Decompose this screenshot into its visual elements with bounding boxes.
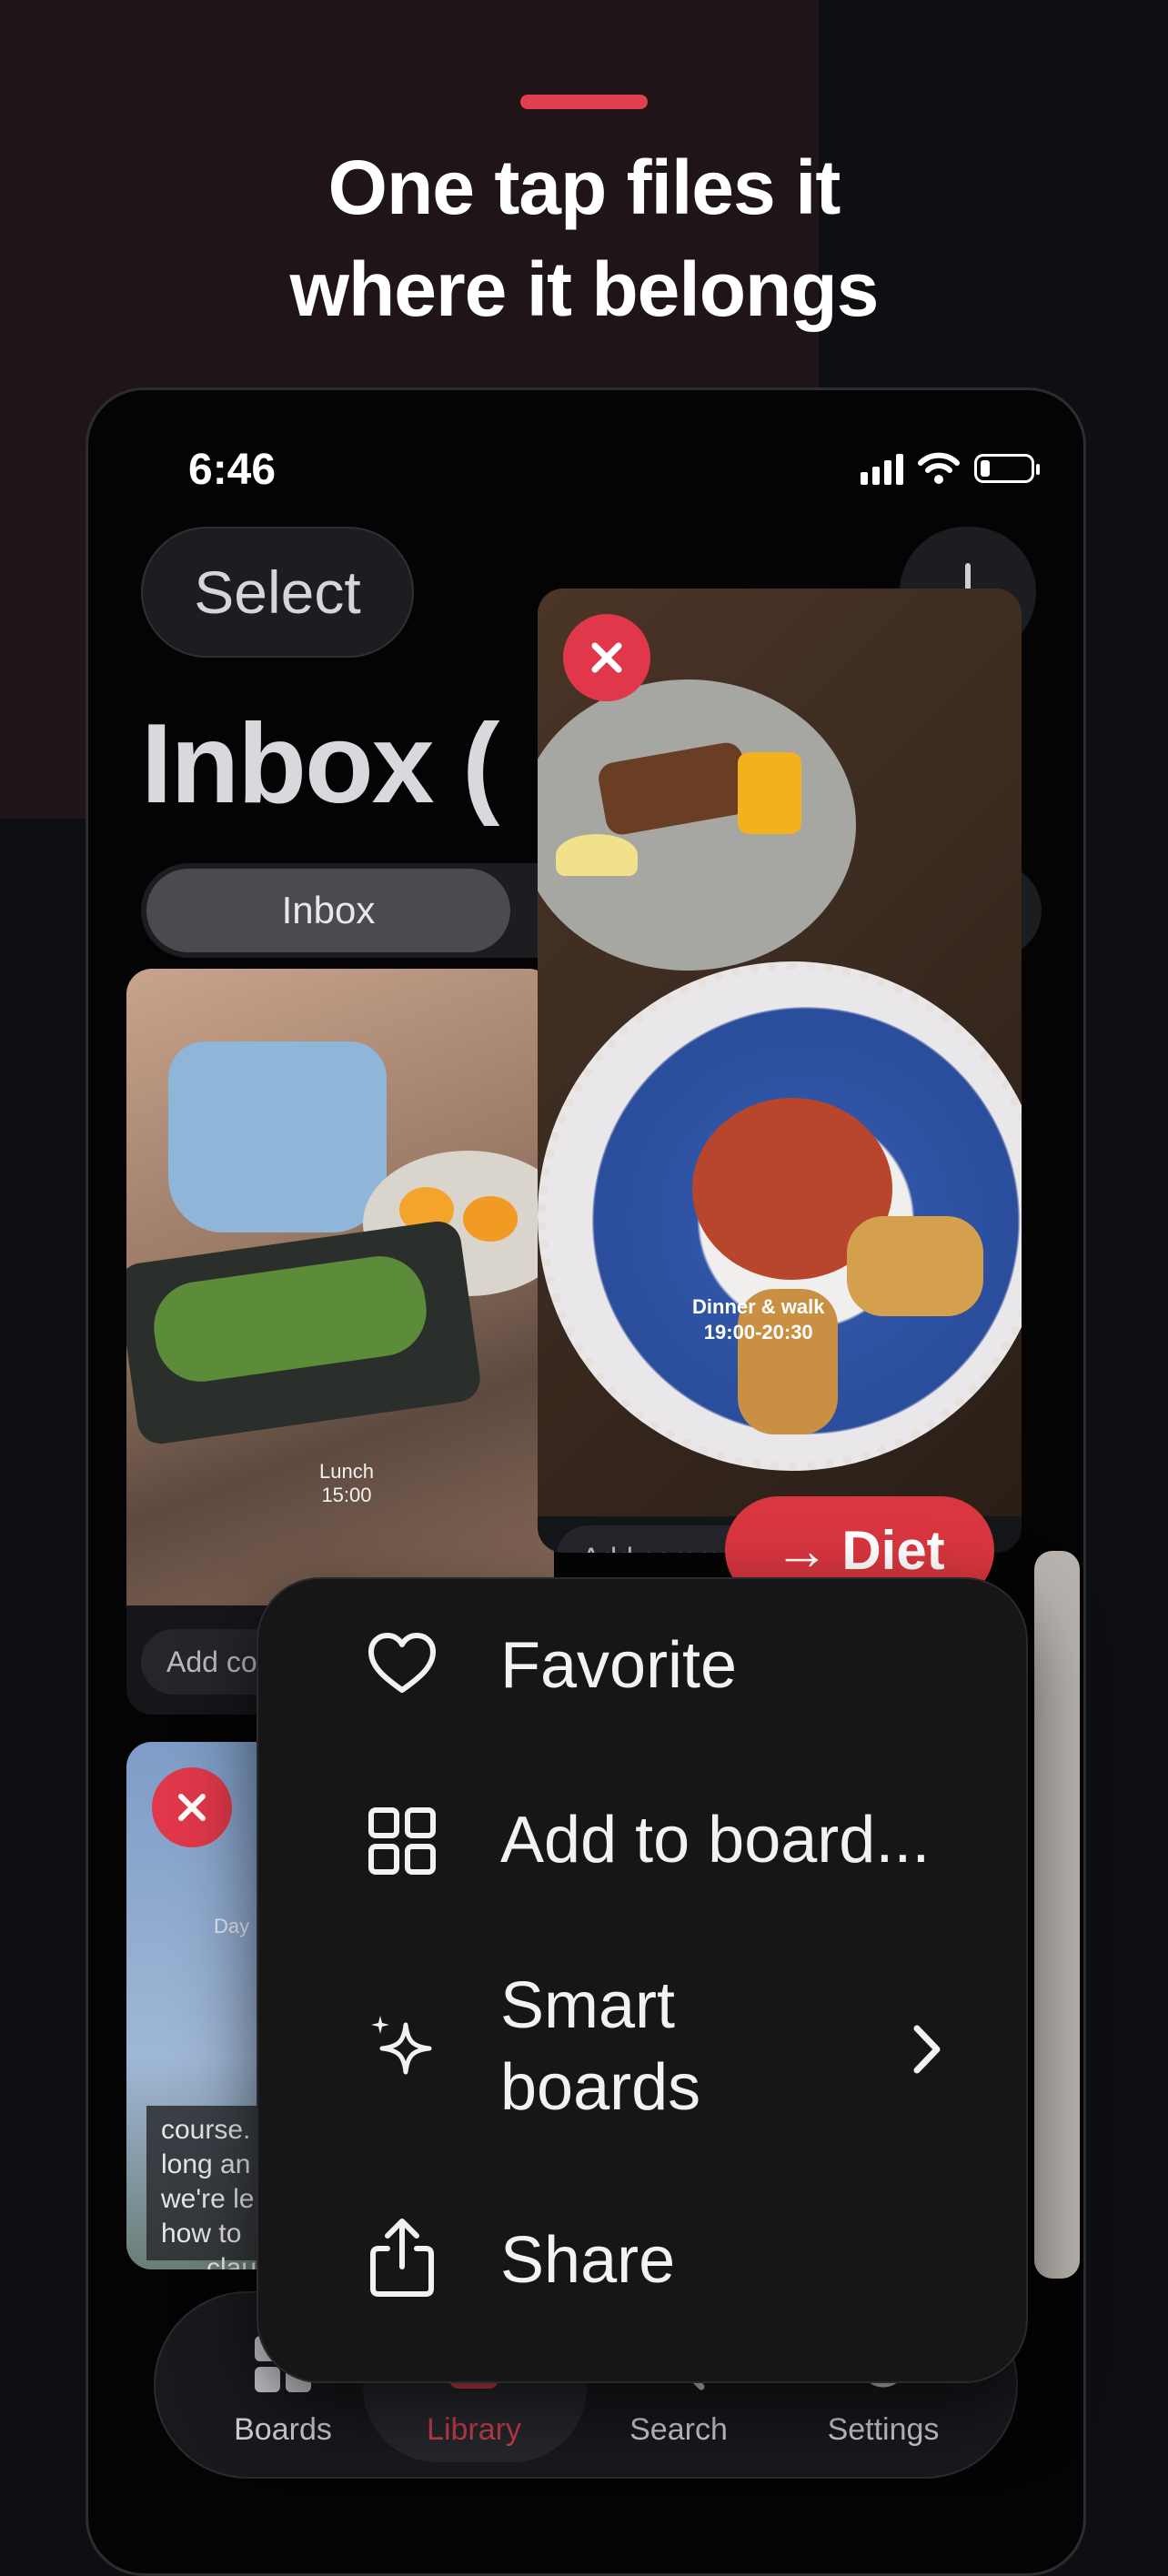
tab-label: Settings <box>827 2412 940 2447</box>
chevron-right-icon <box>913 2025 941 2074</box>
wifi-icon <box>918 452 960 484</box>
battery-icon <box>974 454 1040 483</box>
close-icon <box>591 642 622 673</box>
library-card-dinner[interactable]: Dinner & walk 19:00-20:30 Add comm <box>538 589 1022 1553</box>
headline: One tap files it where it belongs <box>0 136 1168 340</box>
menu-label: Add to board... <box>500 1804 931 1877</box>
tab-label: Library <box>427 2412 521 2447</box>
photo-overlay-text: Day <box>214 1915 250 1937</box>
status-icons <box>861 452 1040 485</box>
diet-label: Diet <box>841 1519 945 1581</box>
menu-item-share[interactable]: Share <box>258 2168 1030 2350</box>
select-button[interactable]: Select <box>141 527 414 658</box>
segment-inbox[interactable]: Inbox <box>146 869 510 952</box>
photo-overlay-text: Lunch 15:00 <box>319 1460 374 1506</box>
adjacent-card-edge <box>1034 1551 1080 2279</box>
share-icon <box>370 2219 434 2297</box>
close-icon <box>178 1794 206 1821</box>
card-photo: Dinner & walk 19:00-20:30 <box>538 589 1022 1516</box>
menu-item-favorite[interactable]: Favorite <box>258 1579 1030 1752</box>
headline-line-2: where it belongs <box>289 247 880 332</box>
menu-item-smart-boards[interactable]: Smart boards <box>258 1928 1030 2168</box>
menu-item-add-to-board[interactable]: Add to board... <box>258 1752 1030 1928</box>
cellular-signal-icon <box>861 452 903 485</box>
headline-line-1: One tap files it <box>327 145 841 230</box>
arrow-right-icon: → <box>774 1519 830 1581</box>
grid-icon <box>368 1807 436 1875</box>
dismiss-button[interactable] <box>152 1767 232 1847</box>
page-title: Inbox ( <box>141 701 499 827</box>
status-time: 6:46 <box>188 446 277 494</box>
menu-label: Smart boards <box>500 1969 701 2124</box>
heart-icon <box>368 1633 436 1693</box>
tab-label: Search <box>629 2412 728 2447</box>
menu-label: Share <box>500 2224 676 2297</box>
sparkles-icon <box>371 2016 432 2075</box>
menu-label: Favorite <box>500 1629 738 1702</box>
dismiss-button[interactable] <box>563 614 650 701</box>
card-photo: Lunch 15:00 <box>126 969 554 1605</box>
context-menu: Favorite Add to board... Smart boards Sh… <box>257 1577 1028 2383</box>
tab-label: Boards <box>234 2412 332 2447</box>
photo-overlay-text: Dinner & walk 19:00-20:30 <box>692 1295 825 1343</box>
accent-bar <box>520 95 648 109</box>
